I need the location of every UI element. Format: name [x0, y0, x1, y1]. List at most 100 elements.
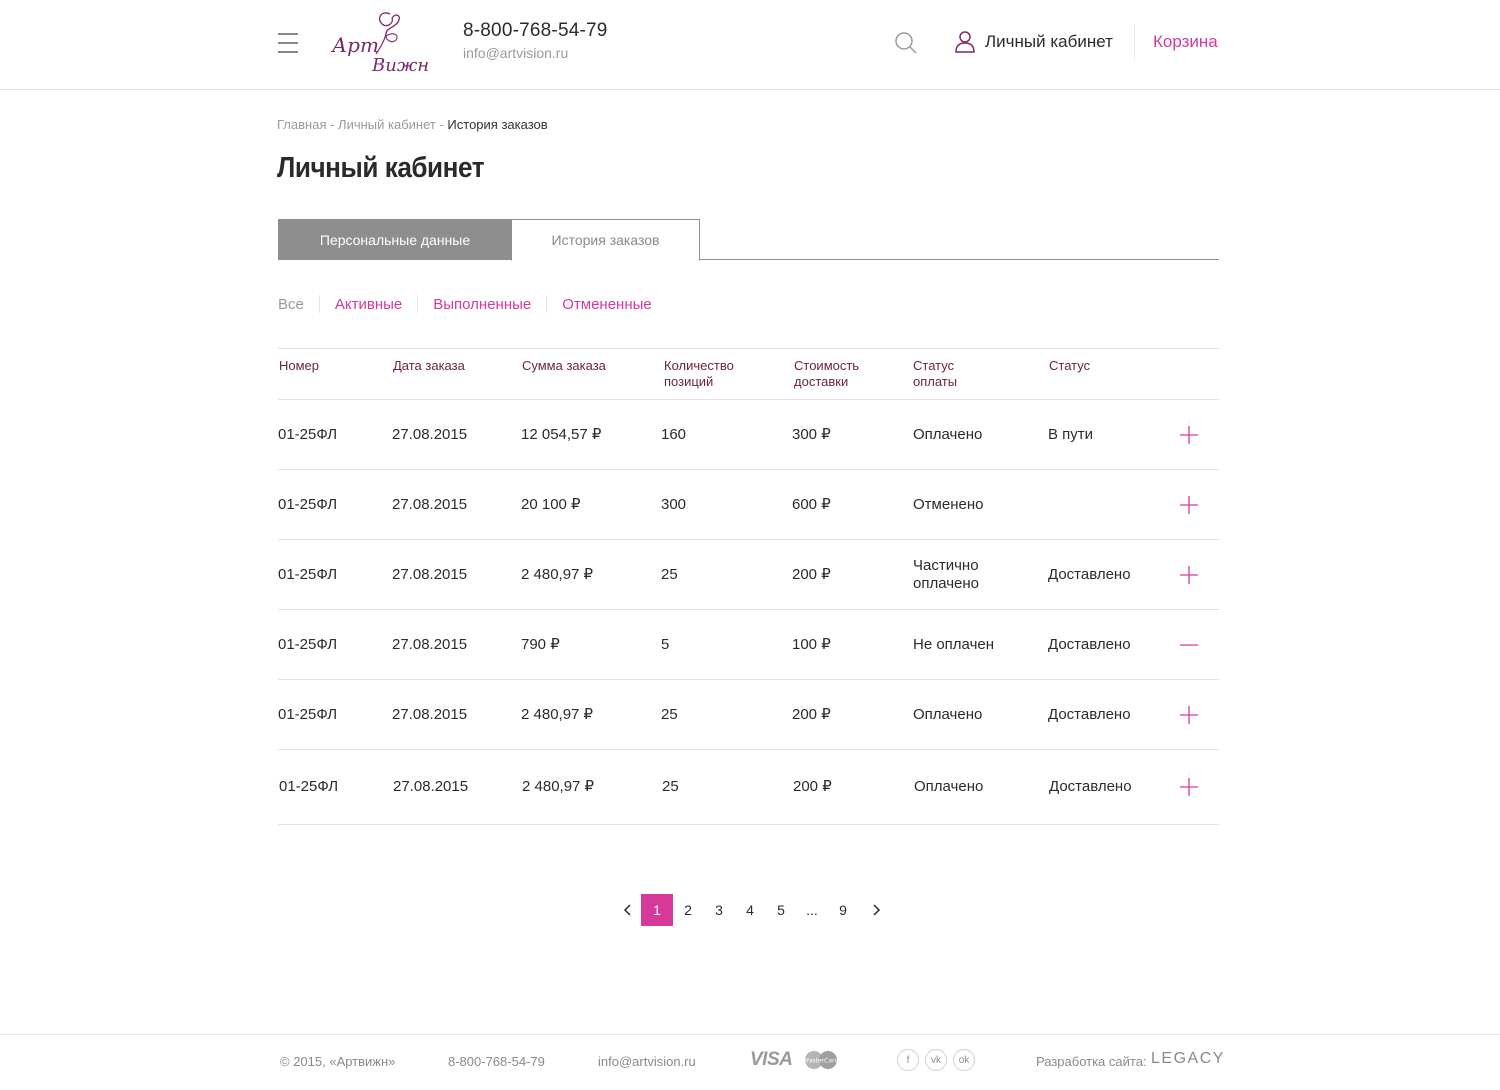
next-page-icon[interactable] [860, 894, 892, 926]
vk-icon[interactable]: vk [925, 1049, 947, 1071]
cart-link[interactable]: Корзина [1153, 32, 1218, 52]
header-email[interactable]: info@artvision.ru [463, 45, 568, 61]
cell-status: Доставлено [1048, 635, 1131, 653]
logo[interactable]: Арт Вижн [330, 8, 432, 76]
collapse-icon[interactable] [1179, 635, 1199, 655]
page-3[interactable]: 3 [703, 894, 735, 926]
tabs: Персональные данные История заказов [278, 219, 1219, 261]
prev-page-icon[interactable] [612, 894, 644, 926]
filter-divider [546, 295, 548, 313]
cell-payment-status: Оплачено [913, 425, 983, 443]
breadcrumb: Главная - Личный кабинет - История заказ… [277, 117, 548, 132]
table-row: 01-25ФЛ 27.08.2015 20 100 ₽ 300 600 ₽ Отменен… [278, 470, 1219, 540]
header-phone[interactable]: 8-800-768-54-79 [463, 20, 608, 42]
cell-delivery: 300 ₽ [792, 425, 831, 443]
site-header: Арт Вижн 8-800-768-54-79 info@artvision.… [0, 0, 1500, 90]
menu-icon[interactable] [278, 33, 298, 53]
svg-text:Вижн: Вижн [371, 55, 429, 76]
cell-quantity: 5 [661, 635, 670, 653]
cell-number: 01-25ФЛ [278, 425, 338, 443]
column-header-quantity: Количество позиций [664, 358, 734, 389]
breadcrumb-account[interactable]: Личный кабинет [338, 117, 436, 132]
filter-cancelled[interactable]: Отмененные [562, 296, 652, 313]
orders-table: Номер Дата заказа Сумма заказа Количеств… [278, 348, 1219, 825]
cell-date: 27.08.2015 [392, 565, 468, 583]
breadcrumb-current: История заказов [447, 117, 548, 132]
filter-completed[interactable]: Выполненные [433, 296, 531, 313]
filter-active[interactable]: Активные [335, 296, 402, 313]
cell-quantity: 25 [661, 565, 678, 583]
cell-number: 01-25ФЛ [278, 705, 338, 723]
cell-date: 27.08.2015 [392, 495, 468, 513]
search-icon[interactable] [895, 32, 917, 54]
footer-phone[interactable]: 8-800-768-54-79 [448, 1054, 545, 1069]
table-row: 01-25ФЛ 27.08.2015 2 480,97 ₽ 25 200 ₽ Оплаче… [278, 750, 1219, 825]
expand-icon[interactable] [1179, 705, 1199, 725]
mastercard-icon: MasterCard [804, 1051, 839, 1069]
column-header-date: Дата заказа [393, 358, 465, 373]
page-1[interactable]: 1 [641, 894, 673, 926]
account-link[interactable]: Личный кабинет [955, 31, 1113, 53]
cell-payment-status: Отменено [913, 495, 984, 513]
cell-sum: 2 480,97 ₽ [521, 565, 594, 583]
cell-payment-status: Частично оплачено [913, 556, 980, 592]
visa-icon: VISA [750, 1049, 793, 1070]
facebook-icon[interactable]: f [897, 1049, 919, 1071]
cell-number: 01-25ФЛ [279, 778, 339, 795]
breadcrumb-separator: - [435, 117, 448, 132]
cell-status: Доставлено [1048, 565, 1131, 583]
page-title: Личный кабинет [277, 152, 485, 184]
cell-number: 01-25ФЛ [278, 635, 338, 653]
expand-icon[interactable] [1179, 495, 1199, 515]
column-header-payment-status: Статус оплаты [913, 358, 958, 389]
footer-email[interactable]: info@artvision.ru [598, 1054, 696, 1069]
expand-icon[interactable] [1179, 565, 1199, 585]
cell-status: Доставлено [1049, 778, 1132, 795]
cell-sum: 790 ₽ [521, 635, 560, 653]
cell-delivery: 600 ₽ [792, 495, 831, 513]
cell-quantity: 25 [661, 705, 678, 723]
site-footer: © 2015, «Артвижн» 8-800-768-54-79 info@a… [0, 1034, 1500, 1090]
page-9[interactable]: 9 [827, 894, 859, 926]
svg-text:Арт: Арт [330, 33, 379, 57]
footer-developer-label: Разработка сайта: [1036, 1054, 1147, 1069]
odnoklassniki-icon[interactable]: ok [953, 1049, 975, 1071]
header-divider [1134, 24, 1135, 60]
tab-order-history[interactable]: История заказов [511, 219, 700, 261]
svg-text:MasterCard: MasterCard [804, 1058, 839, 1065]
cell-date: 27.08.2015 [392, 705, 468, 723]
pagination-ellipsis: ... [806, 902, 818, 918]
column-header-delivery: Стоимость доставки [794, 358, 860, 389]
developer-logo[interactable]: LEGACY [1151, 1050, 1225, 1068]
cell-delivery: 100 ₽ [792, 635, 831, 653]
breadcrumb-home[interactable]: Главная [277, 117, 326, 132]
cell-delivery: 200 ₽ [793, 778, 832, 795]
account-label: Личный кабинет [985, 32, 1113, 51]
cell-date: 27.08.2015 [392, 635, 468, 653]
cell-delivery: 200 ₽ [792, 565, 831, 583]
column-header-number: Номер [279, 358, 320, 373]
column-header-sum: Сумма заказа [522, 358, 606, 373]
cell-payment-status: Не оплачен [913, 635, 995, 653]
cell-quantity: 300 [661, 495, 687, 513]
expand-icon[interactable] [1179, 425, 1199, 445]
cell-status: Доставлено [1048, 705, 1131, 723]
tab-personal-data[interactable]: Персональные данные [278, 219, 512, 260]
page-2[interactable]: 2 [672, 894, 704, 926]
breadcrumb-separator: - [326, 117, 339, 132]
expand-icon[interactable] [1179, 777, 1199, 797]
table-row: 01-25ФЛ 27.08.2015 2 480,97 ₽ 25 200 ₽ Частич… [278, 540, 1219, 610]
user-icon [955, 31, 975, 53]
cell-delivery: 200 ₽ [792, 705, 831, 723]
order-filters: Все Активные Выполненные Отмененные [278, 295, 652, 313]
column-header-status: Статус [1049, 358, 1091, 373]
filter-all[interactable]: Все [278, 296, 304, 313]
page-4[interactable]: 4 [734, 894, 766, 926]
filter-divider [417, 295, 419, 313]
cell-sum: 12 054,57 ₽ [521, 425, 602, 443]
footer-copyright: © 2015, «Артвижн» [280, 1054, 396, 1069]
table-row: 01-25ФЛ 27.08.2015 12 054,57 ₽ 160 300 ₽ Опла… [278, 400, 1219, 470]
cell-sum: 2 480,97 ₽ [522, 778, 595, 795]
cell-date: 27.08.2015 [393, 778, 469, 795]
page-5[interactable]: 5 [765, 894, 797, 926]
